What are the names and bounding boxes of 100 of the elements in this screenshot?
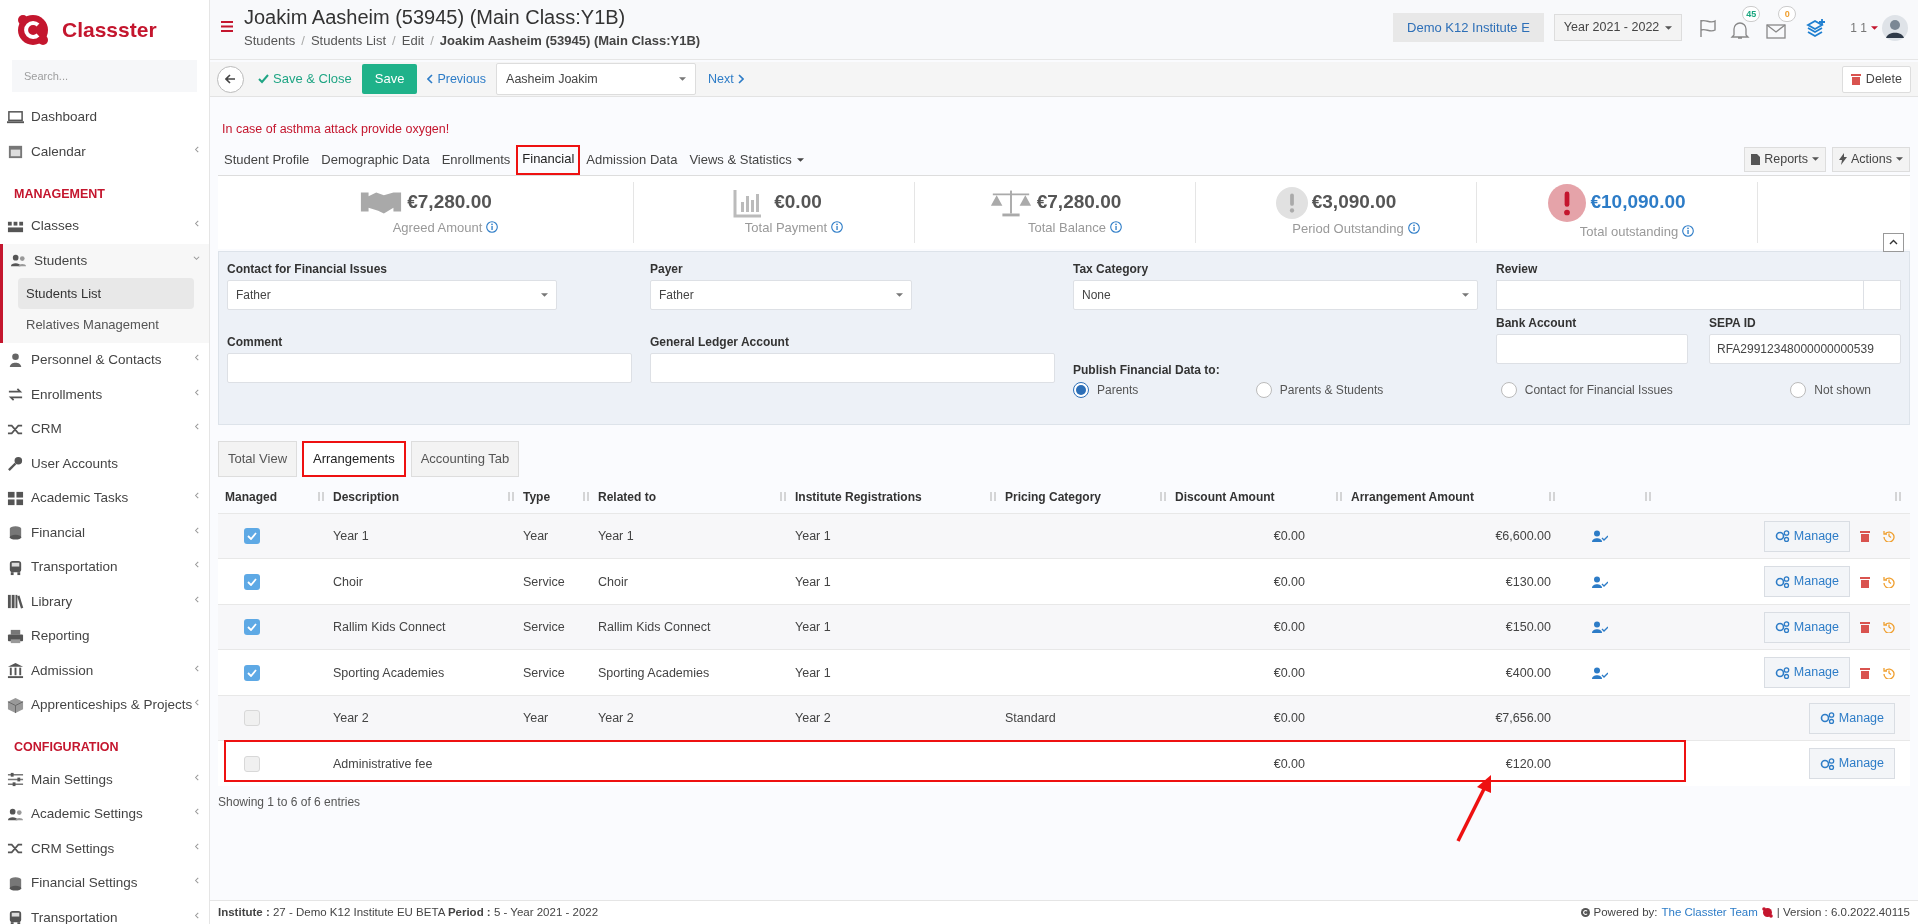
sidebar-item[interactable]: User Accounts <box>0 446 209 481</box>
next-button[interactable]: Next <box>708 69 744 89</box>
tab[interactable]: Demographic Data <box>315 144 436 175</box>
year-select[interactable]: Year 2021 - 2022 <box>1553 14 1683 41</box>
sidebar-item[interactable]: Reporting <box>0 619 209 654</box>
reports-button[interactable]: Reports <box>1744 146 1826 172</box>
sidebar-item[interactable]: Library <box>0 584 209 619</box>
student-select[interactable]: Aasheim Joakim <box>496 63 697 95</box>
sidebar-item[interactable]: Transportation <box>0 900 209 924</box>
back-button[interactable] <box>217 65 244 93</box>
menu-button[interactable] <box>220 19 234 33</box>
collapse-button[interactable] <box>1883 232 1904 252</box>
radio-option[interactable]: Contact for Financial Issues <box>1500 380 1673 399</box>
breadcrumb[interactable]: Edit <box>401 31 425 51</box>
sub-tab[interactable]: Total View <box>218 440 297 477</box>
sidebar-item[interactable]: Dashboard <box>0 100 209 135</box>
input-field[interactable]: RFA29912348000000000539 <box>1709 333 1901 364</box>
input-field[interactable] <box>227 352 632 383</box>
delete-button[interactable] <box>1860 620 1871 634</box>
field-label: General Ledger Account <box>650 333 790 348</box>
sidebar-item[interactable]: Transportation <box>0 550 209 585</box>
radio-option[interactable]: Parents & Students <box>1255 380 1384 399</box>
trash-icon <box>1860 575 1870 588</box>
column-header[interactable]: Arrangement Amount <box>1351 487 1474 506</box>
history-button[interactable] <box>1883 621 1895 633</box>
radio-option[interactable]: Parents <box>1073 380 1139 399</box>
tab[interactable]: Enrollments <box>435 144 517 175</box>
tab[interactable]: Financial <box>516 144 581 175</box>
checkbox[interactable] <box>244 573 260 590</box>
sidebar-item[interactable]: Calendar <box>0 134 209 169</box>
input-field[interactable] <box>650 352 1055 383</box>
submenu-item[interactable]: Students List <box>18 278 194 309</box>
breadcrumb[interactable]: Students List <box>310 31 387 51</box>
column-header[interactable]: Pricing Category <box>1005 487 1102 506</box>
column-header[interactable]: Related to <box>598 487 656 506</box>
chevron-left-icon <box>193 877 200 884</box>
institute-button[interactable]: Demo K12 Institute E <box>1393 13 1544 42</box>
delete-button[interactable]: Delete <box>1841 65 1911 93</box>
sub-tab[interactable]: Accounting Tab <box>410 440 520 477</box>
sidebar-item[interactable]: Classes <box>0 209 209 244</box>
history-button[interactable] <box>1883 575 1895 588</box>
sidebar-item[interactable]: Main Settings <box>0 762 209 797</box>
field-label: SEPA ID <box>1709 314 1757 329</box>
notifications-button[interactable] <box>1730 20 1751 40</box>
actions-button[interactable]: Actions <box>1832 146 1910 172</box>
checkbox[interactable] <box>244 755 260 772</box>
user-menu[interactable]: 1 1 <box>1850 14 1908 41</box>
manage-button[interactable]: Manage <box>1763 657 1850 688</box>
search-field[interactable]: Search... <box>12 60 197 92</box>
history-button[interactable] <box>1883 666 1895 679</box>
sidebar-item[interactable]: Apprenticeships & Projects <box>0 688 209 723</box>
checkbox[interactable] <box>244 710 260 726</box>
table-cell: Year 1 <box>598 529 634 544</box>
monitor-icon <box>7 108 24 126</box>
manage-button[interactable]: Manage <box>1808 702 1895 734</box>
select-field[interactable]: Father <box>227 279 557 310</box>
delete-button[interactable] <box>1860 529 1871 543</box>
select-field[interactable]: None <box>1073 279 1478 310</box>
sidebar-item[interactable]: Financial Settings <box>0 866 209 901</box>
radio-option[interactable]: Not shown <box>1790 380 1871 399</box>
sidebar-item[interactable]: Students <box>3 243 209 278</box>
sidebar-item[interactable]: CRM <box>0 412 209 447</box>
breadcrumb[interactable]: Students <box>244 31 296 51</box>
sub-tab[interactable]: Arrangements <box>302 440 406 477</box>
column-header[interactable]: Institute Registrations <box>795 487 922 506</box>
column-header[interactable]: Managed <box>225 487 277 506</box>
manage-button[interactable]: Manage <box>1763 611 1850 643</box>
manage-button[interactable]: Manage <box>1763 520 1850 552</box>
submenu-item[interactable]: Relatives Management <box>18 309 194 340</box>
delete-button[interactable] <box>1860 666 1871 679</box>
sidebar-item[interactable]: Personnel & Contacts <box>0 343 209 378</box>
manage-button[interactable]: Manage <box>1808 748 1895 779</box>
select-field[interactable]: Father <box>650 279 912 310</box>
avatar-icon <box>1882 14 1908 41</box>
tab[interactable]: Views & Statistics <box>683 144 810 175</box>
radio-button[interactable] <box>1255 381 1272 398</box>
radio-button[interactable] <box>1500 381 1517 398</box>
column-header[interactable]: Description <box>333 487 399 506</box>
sidebar-item[interactable]: Enrollments <box>0 377 209 412</box>
radio-button[interactable] <box>1073 381 1089 398</box>
history-button[interactable] <box>1883 530 1895 542</box>
sidebar-item[interactable]: Academic Settings <box>0 797 209 832</box>
delete-button[interactable] <box>1860 575 1871 588</box>
column-header[interactable]: Type <box>523 487 551 506</box>
checkbox[interactable] <box>244 528 260 544</box>
input-field[interactable] <box>1496 333 1688 364</box>
tab[interactable]: Student Profile <box>218 144 316 175</box>
sidebar-item[interactable]: CRM Settings <box>0 831 209 866</box>
column-header[interactable]: Discount Amount <box>1175 487 1275 506</box>
previous-button[interactable]: Previous <box>427 69 487 89</box>
manage-button[interactable]: Manage <box>1763 566 1850 597</box>
review-field[interactable] <box>1496 279 1901 310</box>
tab[interactable]: Admission Data <box>580 144 684 175</box>
sidebar-item[interactable]: Financial <box>0 515 209 550</box>
sidebar-item[interactable]: Academic Tasks <box>0 481 209 516</box>
radio-button[interactable] <box>1790 381 1807 398</box>
checkbox[interactable] <box>244 619 260 635</box>
checkbox[interactable] <box>244 664 260 681</box>
sidebar-item[interactable]: Admission <box>0 653 209 688</box>
team-link[interactable]: The Classter Team <box>1661 903 1758 922</box>
